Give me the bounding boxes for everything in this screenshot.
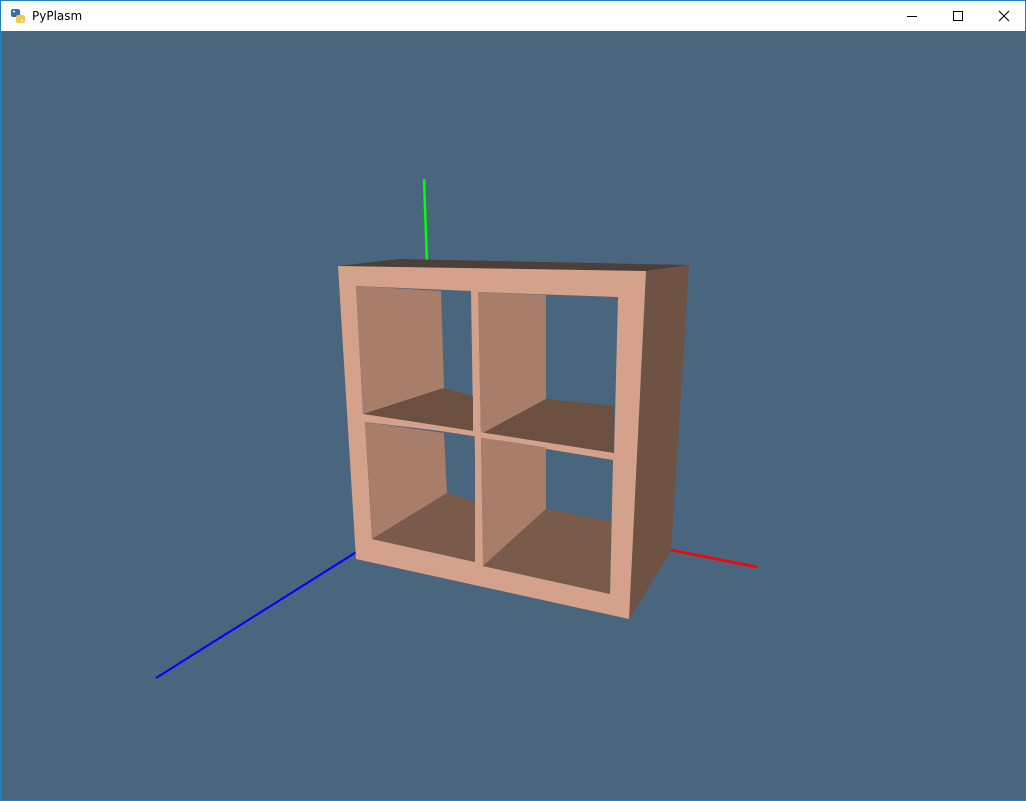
close-button[interactable] [981,1,1026,31]
maximize-button[interactable] [935,1,981,31]
minimize-icon [907,16,917,17]
pyplasm-window: PyPlasm [0,0,1026,801]
close-icon [998,10,1010,22]
python-app-icon [10,8,26,24]
maximize-icon [953,11,963,21]
z-axis [155,550,359,679]
window-title: PyPlasm [32,9,83,23]
y-axis [422,178,429,264]
scene-canvas[interactable] [1,31,1025,800]
title-bar[interactable]: PyPlasm [1,1,1025,31]
minimize-button[interactable] [889,1,935,31]
x-axis [665,547,758,569]
3d-viewport[interactable] [1,31,1025,800]
